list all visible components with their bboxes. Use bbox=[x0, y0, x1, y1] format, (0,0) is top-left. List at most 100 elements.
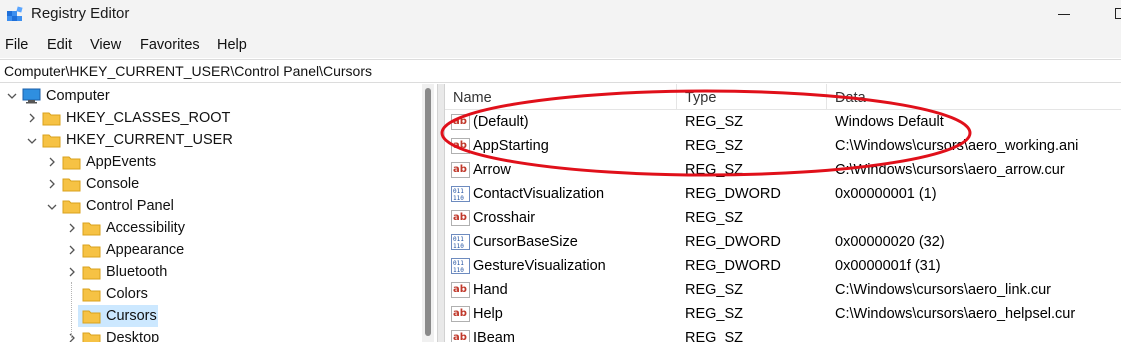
svg-text:011: 011 bbox=[453, 236, 464, 243]
chevron-right-icon[interactable] bbox=[66, 222, 78, 234]
value-name: CursorBaseSize bbox=[473, 234, 578, 250]
value-type: REG_SZ bbox=[685, 138, 744, 154]
key-tree: Computer HKEY_CLASSES_ROOT HKEY_CURRENT_… bbox=[0, 84, 437, 342]
column-header-row: Name Type Data bbox=[445, 84, 1121, 110]
value-name: Hand bbox=[473, 282, 508, 298]
folder-icon bbox=[82, 288, 101, 302]
title-bar: Registry Editor bbox=[0, 0, 1121, 30]
value-data: C:\Windows\cursors\aero_link.cur bbox=[835, 282, 1051, 298]
svg-text:011: 011 bbox=[453, 188, 464, 195]
tree-item-hkey-current-user[interactable]: HKEY_CURRENT_USER bbox=[66, 132, 233, 148]
value-data: 0x00000001 (1) bbox=[835, 186, 937, 202]
menu-edit[interactable]: Edit bbox=[47, 37, 72, 53]
tree-item-desktop[interactable]: Desktop bbox=[106, 330, 159, 342]
menu-file[interactable]: File bbox=[5, 37, 28, 53]
folder-icon bbox=[62, 178, 81, 192]
folder-open-icon bbox=[42, 134, 61, 148]
value-name: AppStarting bbox=[473, 138, 549, 154]
registry-editor-icon bbox=[7, 6, 23, 21]
folder-icon bbox=[82, 332, 101, 342]
string-value-icon: ab bbox=[451, 210, 470, 226]
tree-scrollbar-thumb[interactable] bbox=[425, 88, 431, 336]
values-list: Name Type Data ab (Default) REG_SZ Windows … bbox=[445, 84, 1121, 342]
dword-value-icon: 011 110 bbox=[451, 258, 470, 274]
svg-text:110: 110 bbox=[453, 267, 464, 273]
dword-value-icon: 011 110 bbox=[451, 186, 470, 202]
tree-item-accessibility[interactable]: Accessibility bbox=[106, 220, 185, 236]
value-type: REG_SZ bbox=[685, 282, 744, 298]
table-row[interactable]: ab AppStarting REG_SZ C:\Windows\cursors\ae… bbox=[445, 134, 1121, 158]
svg-text:011: 011 bbox=[453, 260, 464, 267]
value-type: REG_DWORD bbox=[685, 258, 781, 274]
address-bar[interactable]: Computer\HKEY_CURRENT_USER\Control Panel… bbox=[0, 59, 1121, 83]
tree-item-bluetooth[interactable]: Bluetooth bbox=[106, 264, 167, 280]
table-row[interactable]: 011 110 GestureVisualization REG_DWORD 0x000… bbox=[445, 254, 1121, 278]
table-row[interactable]: ab IBeam REG_SZ bbox=[445, 326, 1121, 342]
table-row[interactable]: 011 110 CursorBaseSize REG_DWORD 0x00000020 … bbox=[445, 230, 1121, 254]
column-header-type[interactable]: Type bbox=[677, 84, 827, 110]
tree-scrollbar[interactable] bbox=[422, 84, 434, 342]
value-name: IBeam bbox=[473, 330, 515, 342]
chevron-right-icon[interactable] bbox=[66, 244, 78, 256]
chevron-down-icon[interactable] bbox=[26, 135, 38, 147]
chevron-right-icon[interactable] bbox=[66, 266, 78, 278]
tree-item-colors[interactable]: Colors bbox=[106, 286, 148, 302]
chevron-right-icon[interactable] bbox=[46, 156, 58, 168]
chevron-right-icon[interactable] bbox=[46, 178, 58, 190]
value-data: 0x0000001f (31) bbox=[835, 258, 941, 274]
string-value-icon: ab bbox=[451, 330, 470, 342]
value-name: (Default) bbox=[473, 114, 529, 130]
svg-text:110: 110 bbox=[453, 195, 464, 201]
chevron-down-icon[interactable] bbox=[6, 90, 18, 102]
value-type: REG_SZ bbox=[685, 162, 744, 178]
computer-icon bbox=[22, 88, 41, 104]
tree-item-appearance[interactable]: Appearance bbox=[106, 242, 184, 258]
value-data: C:\Windows\cursors\aero_working.ani bbox=[835, 138, 1079, 154]
table-row[interactable]: ab Crosshair REG_SZ bbox=[445, 206, 1121, 230]
tree-item-control-panel[interactable]: Control Panel bbox=[86, 198, 174, 214]
string-value-icon: ab bbox=[451, 306, 470, 322]
value-data: 0x00000020 (32) bbox=[835, 234, 945, 250]
window-title: Registry Editor bbox=[31, 5, 130, 22]
table-row[interactable]: ab (Default) REG_SZ Windows Default bbox=[445, 110, 1121, 134]
folder-icon bbox=[82, 266, 101, 280]
string-value-icon: ab bbox=[451, 282, 470, 298]
address-path[interactable]: Computer\HKEY_CURRENT_USER\Control Panel… bbox=[4, 63, 372, 79]
table-row[interactable]: 011 110 ContactVisualization REG_DWORD 0x000… bbox=[445, 182, 1121, 206]
menu-view[interactable]: View bbox=[90, 37, 121, 53]
column-header-name[interactable]: Name bbox=[445, 84, 677, 110]
minimize-button[interactable] bbox=[1058, 14, 1070, 15]
chevron-right-icon[interactable] bbox=[26, 112, 38, 124]
menu-favorites[interactable]: Favorites bbox=[140, 37, 200, 53]
folder-icon bbox=[62, 156, 81, 170]
value-data: C:\Windows\cursors\aero_helpsel.cur bbox=[835, 306, 1076, 322]
tree-item-hkey-classes-root[interactable]: HKEY_CLASSES_ROOT bbox=[66, 110, 230, 126]
string-value-icon: ab bbox=[451, 114, 470, 130]
menu-bar: File Edit View Favorites Help bbox=[0, 30, 1121, 58]
value-type: REG_SZ bbox=[685, 330, 744, 342]
maximize-button[interactable] bbox=[1115, 8, 1121, 19]
tree-item-console[interactable]: Console bbox=[86, 176, 139, 192]
folder-icon bbox=[82, 244, 101, 258]
tree-item-cursors[interactable]: Cursors bbox=[106, 308, 157, 324]
value-name: Arrow bbox=[473, 162, 511, 178]
folder-icon bbox=[82, 222, 101, 236]
tree-item-appevents[interactable]: AppEvents bbox=[86, 154, 156, 170]
value-type: REG_DWORD bbox=[685, 234, 781, 250]
tree-item-computer[interactable]: Computer bbox=[46, 88, 110, 104]
pane-splitter[interactable] bbox=[437, 84, 445, 342]
table-row[interactable]: ab Help REG_SZ C:\Windows\cursors\aero_help… bbox=[445, 302, 1121, 326]
chevron-down-icon[interactable] bbox=[46, 201, 58, 213]
column-header-data[interactable]: Data bbox=[827, 84, 1121, 110]
dword-value-icon: 011 110 bbox=[451, 234, 470, 250]
value-data: C:\Windows\cursors\aero_arrow.cur bbox=[835, 162, 1065, 178]
value-type: REG_DWORD bbox=[685, 186, 781, 202]
table-row[interactable]: ab Arrow REG_SZ C:\Windows\cursors\aero_arr… bbox=[445, 158, 1121, 182]
value-data: Windows Default bbox=[835, 114, 944, 130]
value-type: REG_SZ bbox=[685, 114, 744, 130]
value-name: Help bbox=[473, 306, 503, 322]
chevron-right-icon[interactable] bbox=[66, 332, 78, 342]
menu-help[interactable]: Help bbox=[217, 37, 247, 53]
string-value-icon: ab bbox=[451, 162, 470, 178]
table-row[interactable]: ab Hand REG_SZ C:\Windows\cursors\aero_link… bbox=[445, 278, 1121, 302]
